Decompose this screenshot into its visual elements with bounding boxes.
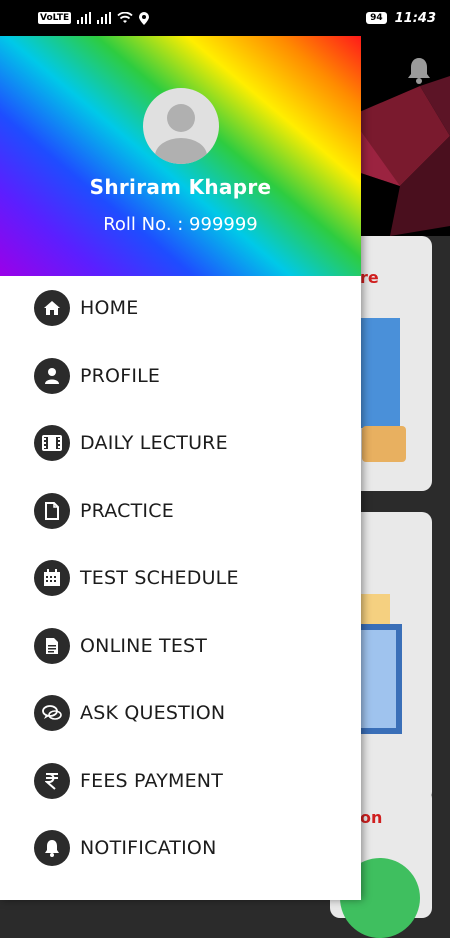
menu-item-online-test[interactable]: ONLINE TEST bbox=[0, 616, 361, 676]
person-icon bbox=[34, 358, 70, 394]
home-icon bbox=[34, 290, 70, 326]
status-right-indicators: 94 11:43 bbox=[366, 9, 436, 27]
card-illustration bbox=[360, 318, 400, 428]
card-title-fragment: re bbox=[360, 268, 379, 287]
card-title-fragment-3: on bbox=[360, 808, 383, 827]
menu-item-daily-lecture[interactable]: DAILY LECTURE bbox=[0, 413, 361, 473]
menu-item-notification[interactable]: NOTIFICATION bbox=[0, 818, 361, 878]
menu-label: FEES PAYMENT bbox=[80, 770, 224, 792]
menu-label: ASK QUESTION bbox=[80, 702, 226, 724]
menu-label: HOME bbox=[80, 297, 139, 319]
menu-item-home[interactable]: HOME bbox=[0, 278, 361, 338]
drawer-header: Shriram Khapre Roll No. : 999999 bbox=[0, 36, 361, 276]
menu-label: PROFILE bbox=[80, 365, 161, 387]
wifi-icon bbox=[117, 12, 133, 24]
status-bar: VoLTE 94 11:43 bbox=[0, 0, 450, 36]
rupee-icon bbox=[34, 763, 70, 799]
menu-item-test-schedule[interactable]: TEST SCHEDULE bbox=[0, 548, 361, 608]
battery-indicator: 94 bbox=[366, 12, 387, 24]
chat-bubbles-icon bbox=[34, 695, 70, 731]
card-illustration-hand bbox=[362, 426, 406, 462]
document-icon bbox=[34, 493, 70, 529]
menu-item-profile[interactable]: PROFILE bbox=[0, 346, 361, 406]
menu-label: TEST SCHEDULE bbox=[80, 567, 239, 589]
menu-label: PRACTICE bbox=[80, 500, 174, 522]
user-name: Shriram Khapre bbox=[89, 175, 272, 199]
calendar-icon bbox=[34, 560, 70, 596]
signal-icon-2 bbox=[97, 12, 112, 24]
navigation-drawer: Shriram Khapre Roll No. : 999999 HOME PR… bbox=[0, 36, 361, 900]
status-left-indicators: VoLTE bbox=[38, 9, 150, 27]
volte-badge: VoLTE bbox=[38, 12, 72, 24]
location-icon bbox=[139, 11, 150, 25]
menu-label: DAILY LECTURE bbox=[80, 432, 228, 454]
menu-item-fees-payment[interactable]: FEES PAYMENT bbox=[0, 751, 361, 811]
signal-icon bbox=[77, 12, 92, 24]
user-avatar-icon bbox=[155, 104, 207, 164]
bell-icon bbox=[34, 830, 70, 866]
film-icon bbox=[34, 425, 70, 461]
menu-label: ONLINE TEST bbox=[80, 635, 208, 657]
roll-number: Roll No. : 999999 bbox=[103, 214, 258, 235]
file-text-icon bbox=[34, 628, 70, 664]
menu-item-practice[interactable]: PRACTICE bbox=[0, 481, 361, 541]
avatar[interactable] bbox=[143, 88, 219, 164]
menu-label: NOTIFICATION bbox=[80, 837, 217, 859]
menu-item-ask-question[interactable]: ASK QUESTION bbox=[0, 683, 361, 743]
clock: 11:43 bbox=[394, 10, 436, 26]
notification-bell-icon[interactable] bbox=[406, 56, 432, 88]
